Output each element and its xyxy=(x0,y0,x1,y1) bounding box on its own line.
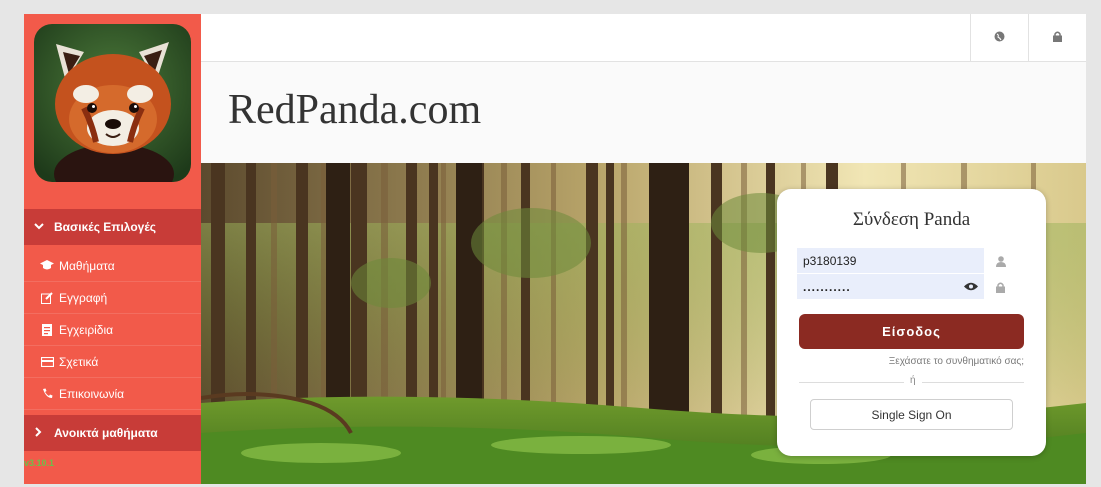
or-separator: ή xyxy=(904,375,922,386)
sidebar-item-label: Μαθήματα xyxy=(59,258,115,273)
sidebar-item-manuals[interactable]: Εγχειρίδια xyxy=(24,314,201,346)
red-panda-avatar xyxy=(34,24,191,182)
brand-banner: RedPanda.com xyxy=(201,62,1086,163)
menu-header-open-courses[interactable]: Ανοικτά μαθήματα xyxy=(24,415,201,451)
forgot-password-link[interactable]: Ξεχάσατε το συνθηματικό σας; xyxy=(889,356,1024,367)
sidebar-item-about[interactable]: Σχετικά xyxy=(24,346,201,378)
credit-card-icon xyxy=(40,356,54,367)
sidebar: Βασικές Επιλογές Μαθήματα Εγγραφή Εγχειρ… xyxy=(24,14,201,484)
chevron-right-icon xyxy=(34,426,50,440)
lock-icon xyxy=(996,280,1005,298)
version-label: v3.10.1 xyxy=(24,458,55,468)
sidebar-item-registration[interactable]: Εγγραφή xyxy=(24,282,201,314)
menu-header-main-options[interactable]: Βασικές Επιλογές xyxy=(24,209,201,245)
menu-header-label: Ανοικτά μαθήματα xyxy=(54,426,158,440)
chevron-down-icon xyxy=(34,221,50,233)
lock-icon xyxy=(1053,31,1062,45)
graduation-cap-icon xyxy=(40,260,54,271)
login-title: Σύνδεση Panda xyxy=(852,209,971,230)
sidebar-item-courses[interactable]: Μαθήματα xyxy=(24,250,201,282)
document-icon xyxy=(40,323,54,336)
login-card: Σύνδεση Panda p3180139 ........... Είσοδ… xyxy=(777,189,1046,456)
user-icon xyxy=(996,254,1006,272)
sidebar-item-label: Εγγραφή xyxy=(59,290,108,305)
username-value: p3180139 xyxy=(803,253,857,268)
password-value: ........... xyxy=(803,279,851,294)
language-button[interactable] xyxy=(970,14,1028,62)
sidebar-item-label: Εγχειρίδια xyxy=(59,322,114,337)
sidebar-item-label: Επικοινωνία xyxy=(59,386,125,401)
phone-icon xyxy=(40,388,54,399)
password-input[interactable]: ........... xyxy=(797,274,984,299)
login-button[interactable]: Είσοδος xyxy=(799,314,1024,349)
eye-icon[interactable] xyxy=(964,280,978,294)
sidebar-item-label: Σχετικά xyxy=(59,354,99,369)
sidebar-item-contact[interactable]: Επικοινωνία xyxy=(24,378,201,410)
top-bar xyxy=(201,14,1086,62)
single-sign-on-button[interactable]: Single Sign On xyxy=(810,399,1013,430)
edit-icon xyxy=(40,291,54,304)
site-title: RedPanda.com xyxy=(228,87,482,133)
menu-header-label: Βασικές Επιλογές xyxy=(54,220,156,234)
login-lock-button[interactable] xyxy=(1028,14,1086,62)
globe-icon xyxy=(994,31,1005,45)
username-input[interactable]: p3180139 xyxy=(797,248,984,273)
